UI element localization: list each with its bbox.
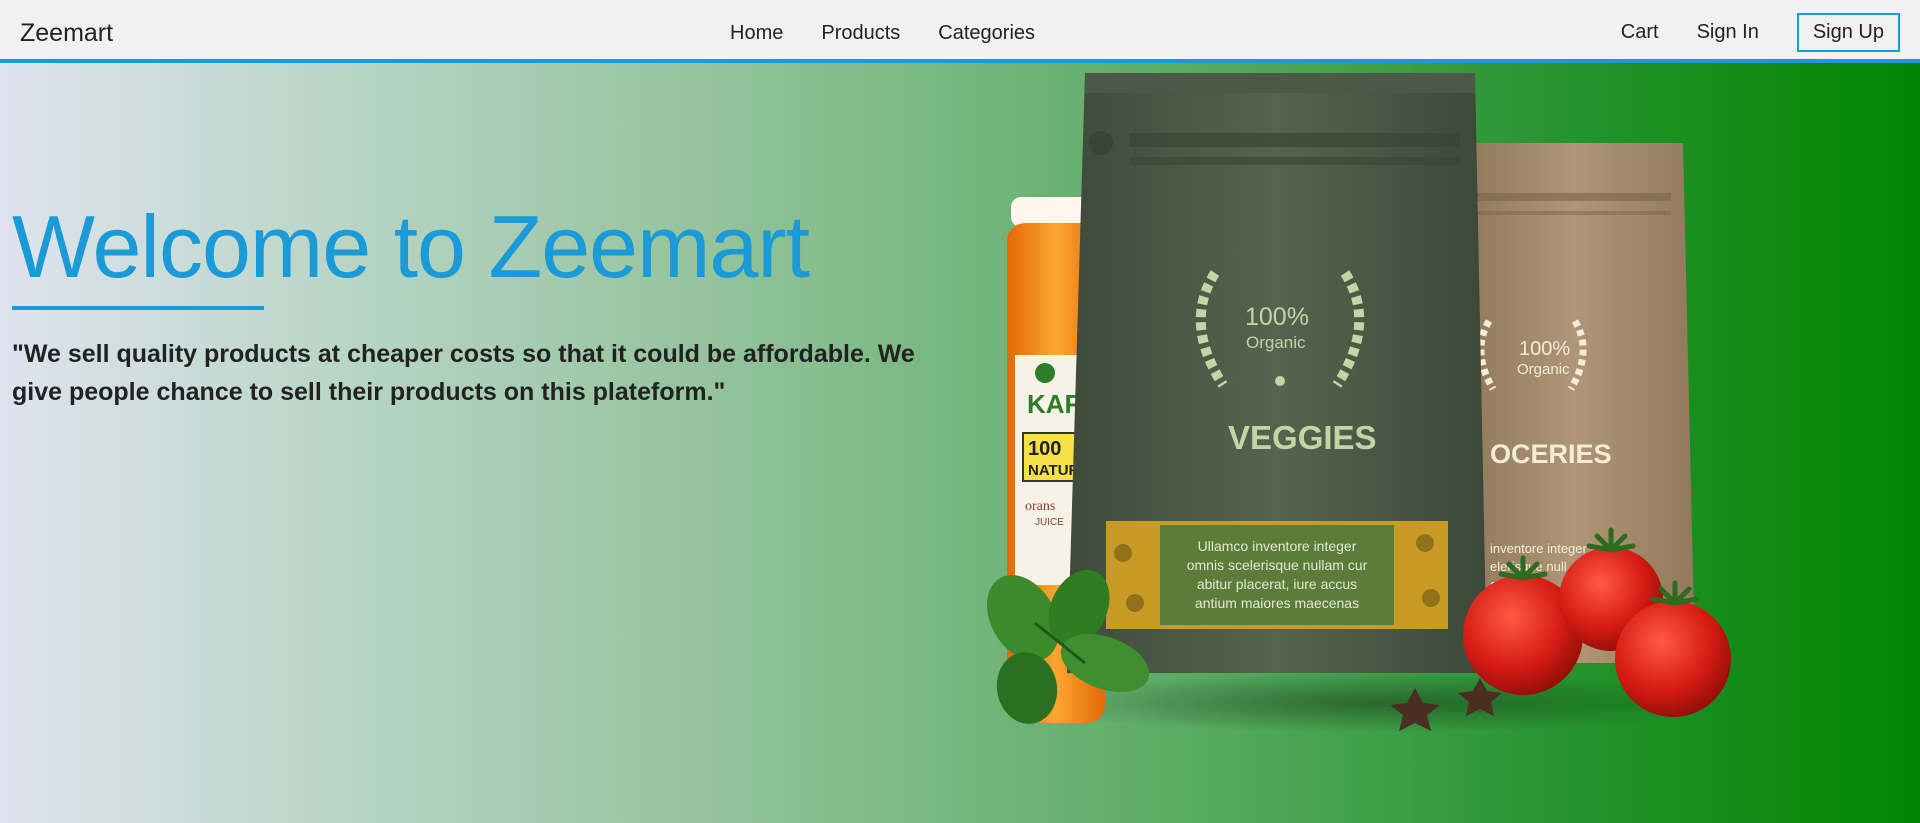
veggies-label-line-2: omnis scelerisque nullam cur: [1187, 557, 1368, 573]
veggies-badge-word: Organic: [1246, 333, 1306, 352]
top-navbar: Zeemart Home Products Categories Cart Si…: [0, 0, 1920, 63]
veggies-badge-percent: 100%: [1245, 303, 1309, 331]
jar-flavor-sub: JUICE: [1035, 517, 1064, 528]
hero-title-underline: [12, 306, 264, 310]
nav-actions: Cart Sign In Sign Up: [1621, 13, 1900, 52]
groceries-badge-word: Organic: [1517, 361, 1570, 378]
sign-up-button[interactable]: Sign Up: [1796, 13, 1900, 52]
veggies-label-panel: Ullamco inventore integer omnis sceleris…: [1106, 521, 1448, 629]
hero-section: Welcome to Zeemart "We sell quality prod…: [0, 63, 1920, 823]
hero-product-illustration: 100% Organic OCERIES inventore integer e…: [986, 73, 1735, 733]
jar-badge-top: 100: [1028, 438, 1061, 460]
veggies-bag: 100% Organic VEGGIES Ullamco inventore i…: [1067, 73, 1487, 673]
groceries-badge-percent: 100%: [1519, 338, 1570, 360]
veggies-label-line-1: Ullamco inventore integer: [1198, 538, 1357, 554]
hero-tagline: "We sell quality products at cheaper cos…: [12, 340, 915, 406]
veggies-label-line-4: antium maiores maecenas: [1195, 595, 1359, 611]
jar-flavor: orans: [1025, 499, 1055, 514]
groceries-bag-title: OCERIES: [1490, 439, 1612, 469]
hero-title: Welcome to Zeemart: [12, 197, 810, 296]
groceries-label-line-1: inventore integer: [1490, 541, 1588, 556]
nav-link-home[interactable]: Home: [730, 22, 783, 45]
sign-in-link[interactable]: Sign In: [1697, 21, 1759, 44]
veggies-label-line-3: abitur placerat, iure accus: [1197, 576, 1357, 592]
nav-link-products[interactable]: Products: [821, 22, 900, 45]
nav-links: Home Products Categories: [730, 22, 1035, 45]
brand-logo[interactable]: Zeemart: [20, 19, 113, 48]
nav-link-categories[interactable]: Categories: [938, 22, 1035, 45]
veggies-bag-title: VEGGIES: [1228, 419, 1377, 456]
cart-link[interactable]: Cart: [1621, 21, 1659, 44]
